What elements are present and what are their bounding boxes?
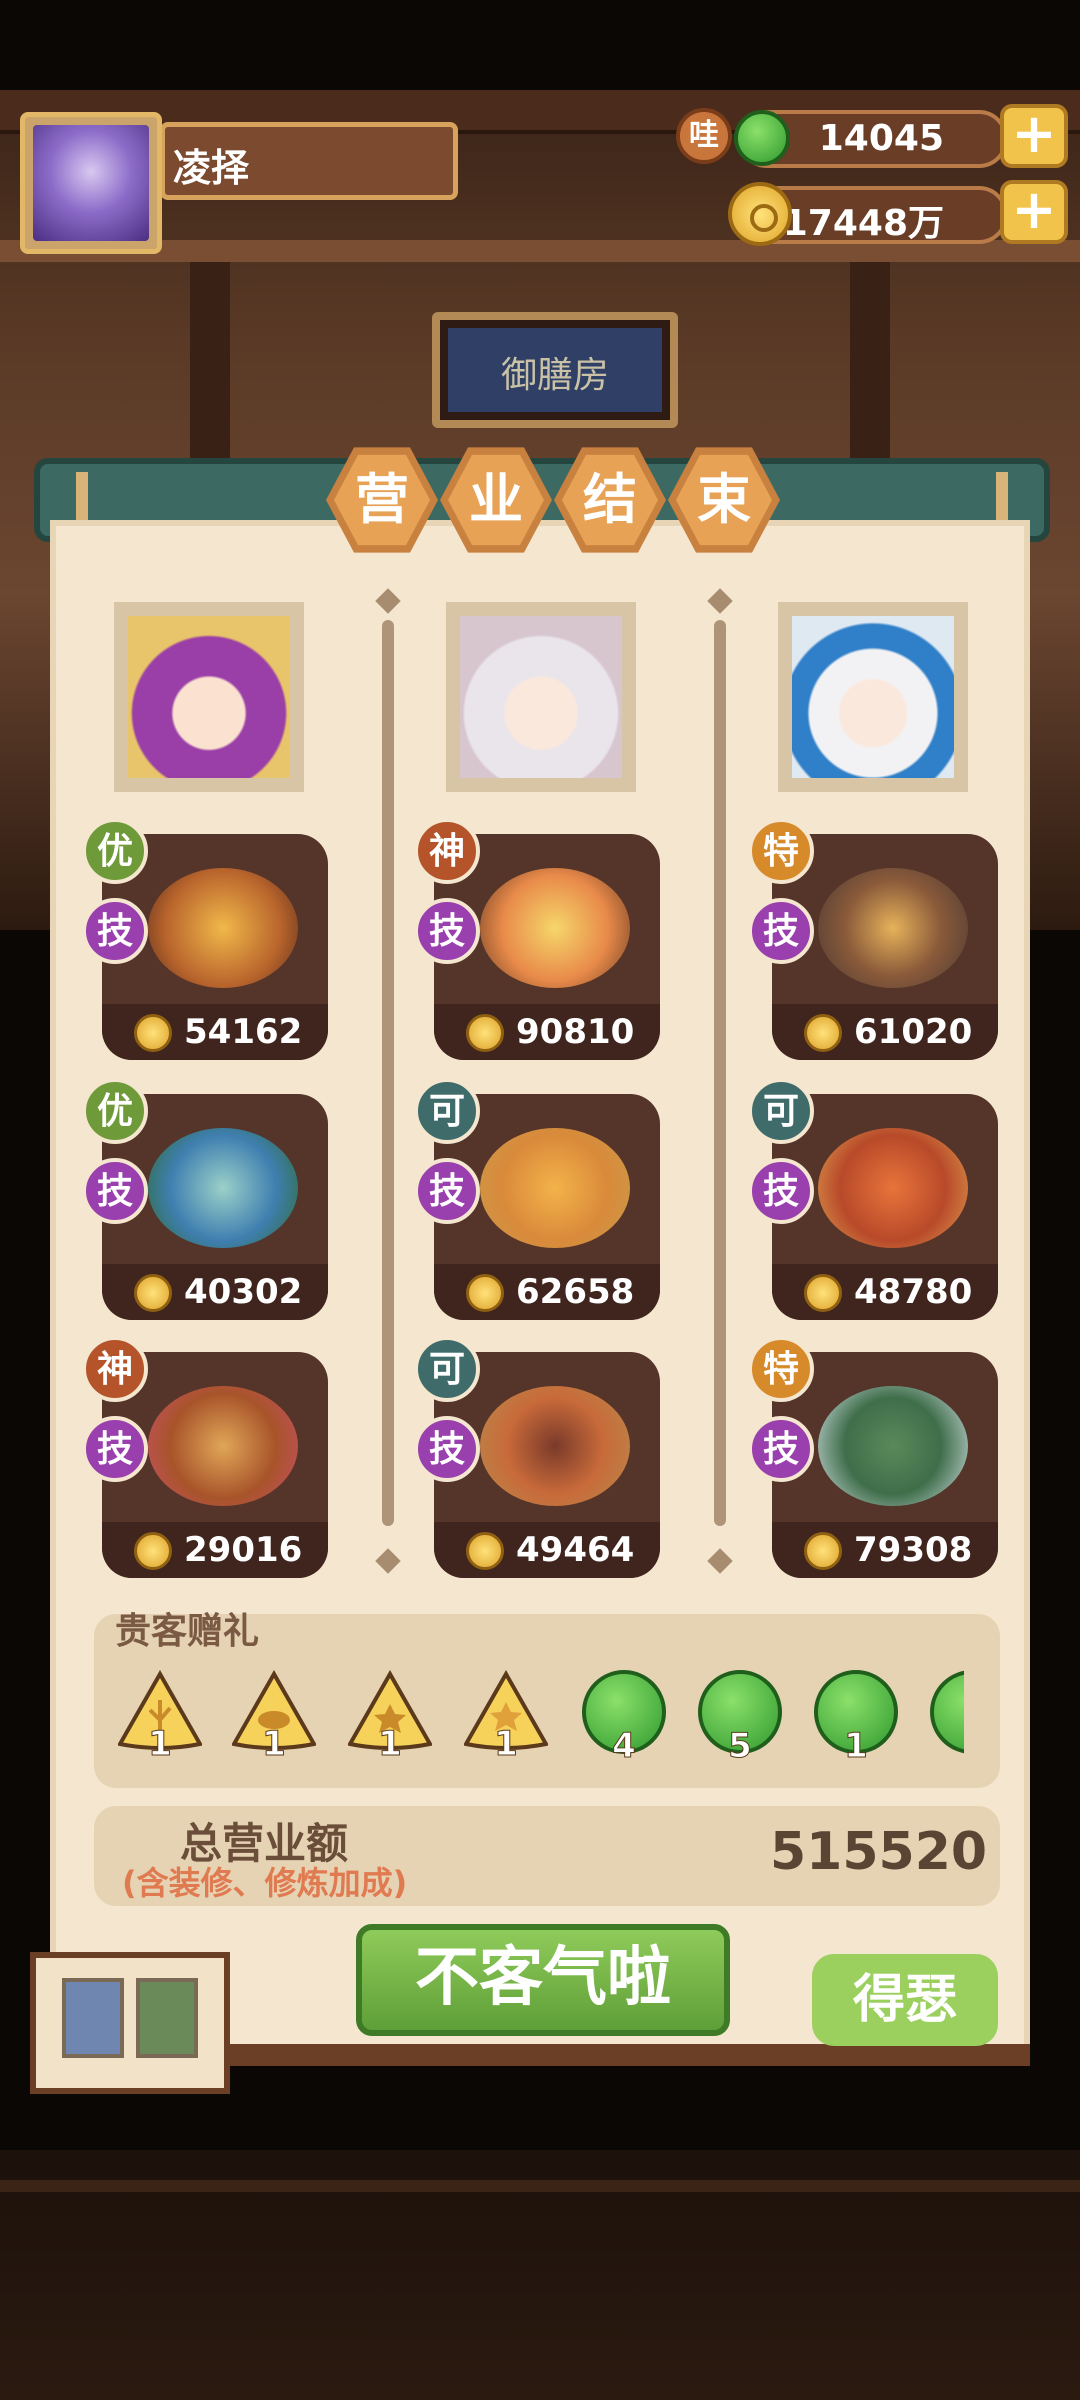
- add-jade-button[interactable]: +: [1000, 104, 1068, 168]
- gift-count: 1: [262, 1724, 287, 1765]
- grade-badge: 可: [748, 1078, 814, 1144]
- minimized-window[interactable]: [30, 1952, 230, 2094]
- column-divider-1: [382, 620, 394, 1526]
- jade-icon: [734, 110, 790, 166]
- wa-resource-value: 14045: [818, 118, 944, 159]
- grade-badge: 特: [748, 818, 814, 884]
- confirm-button[interactable]: 不客气啦: [356, 1924, 730, 2036]
- add-coin-button[interactable]: +: [1000, 180, 1068, 244]
- grade-badge: 可: [414, 1336, 480, 1402]
- grade-badge: 可: [414, 1078, 480, 1144]
- gift-count: 1: [148, 1724, 173, 1765]
- total-revenue-value: 515520: [770, 1822, 988, 1882]
- skill-badge: 技: [414, 898, 480, 964]
- skill-badge: 技: [82, 898, 148, 964]
- gift-count: 1: [378, 1724, 403, 1765]
- gift-list-overflow[interactable]: [930, 1670, 964, 1754]
- skill-badge: 技: [414, 1158, 480, 1224]
- wa-badge-icon: 哇: [676, 108, 732, 164]
- sign-text: 御膳房: [500, 355, 609, 396]
- player-name: 凌择: [173, 146, 250, 190]
- chef-portrait-2: [446, 602, 636, 792]
- share-icon: [62, 1978, 124, 2058]
- restaurant-sign: 御膳房: [432, 312, 678, 428]
- player-avatar[interactable]: [20, 112, 162, 254]
- grade-badge: 神: [82, 1336, 148, 1402]
- coin-resource-value: 17448万: [782, 203, 944, 244]
- skill-badge: 技: [748, 898, 814, 964]
- grade-badge: 神: [414, 818, 480, 884]
- chef-portrait-1: [114, 602, 304, 792]
- skill-badge: 技: [748, 1158, 814, 1224]
- grade-badge: 特: [748, 1336, 814, 1402]
- chef-portrait-3: [778, 602, 968, 792]
- gift-count: 5: [728, 1726, 753, 1767]
- column-divider-2: [714, 620, 726, 1526]
- skill-badge: 技: [748, 1416, 814, 1482]
- show-off-button[interactable]: 得瑟: [812, 1954, 998, 2046]
- gift-count: 1: [844, 1726, 869, 1767]
- jade-icon: [930, 1670, 964, 1754]
- skill-badge: 技: [414, 1416, 480, 1482]
- player-name-bar: 凌择: [160, 122, 458, 200]
- record-icon: [136, 1978, 198, 2058]
- total-revenue-note: (含装修、修炼加成): [122, 1864, 408, 1902]
- skill-badge: 技: [82, 1158, 148, 1224]
- gift-count: 4: [612, 1726, 637, 1767]
- gift-count: 1: [494, 1724, 519, 1765]
- floor-rail: [0, 2180, 1080, 2192]
- guest-gift-title: 贵客赠礼: [115, 1611, 260, 1652]
- coin-icon: [728, 182, 792, 246]
- grade-badge: 优: [82, 1078, 148, 1144]
- skill-badge: 技: [82, 1416, 148, 1482]
- grade-badge: 优: [82, 818, 148, 884]
